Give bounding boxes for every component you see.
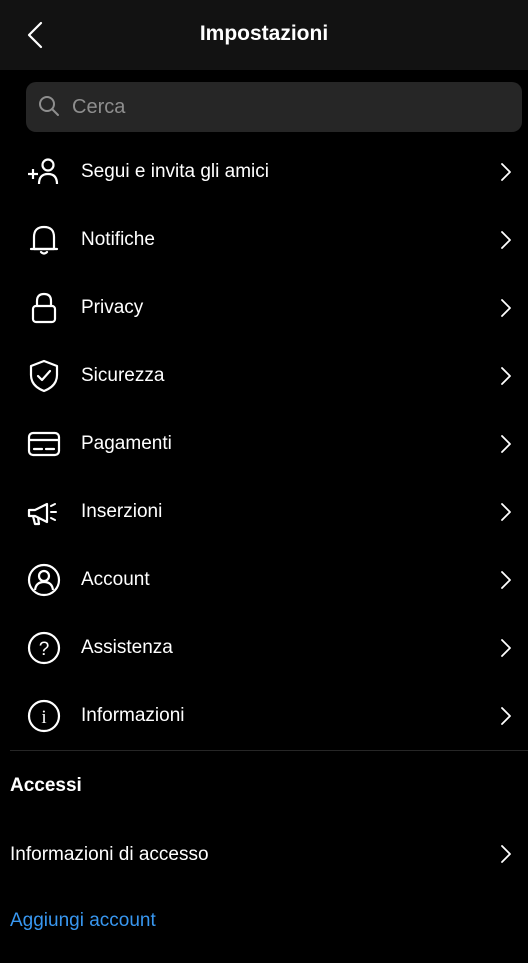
megaphone-icon (26, 494, 62, 530)
chevron-right-icon (498, 297, 514, 319)
page-title: Impostazioni (199, 22, 329, 45)
settings-item-label: Inserzioni (81, 501, 163, 522)
chevron-right-icon (498, 569, 514, 591)
svg-text:?: ? (39, 639, 50, 660)
settings-item-payments[interactable]: Pagamenti (0, 410, 528, 478)
settings-item-about[interactable]: i Informazioni (0, 682, 528, 750)
chevron-right-icon (498, 843, 514, 865)
account-circle-icon (26, 562, 62, 598)
add-account-link[interactable]: Aggiungi account (10, 910, 156, 932)
chevron-right-icon (498, 433, 514, 455)
settings-item-notifications[interactable]: Notifiche (0, 206, 528, 274)
chevron-right-icon (498, 637, 514, 659)
settings-item-label: Sicurezza (81, 365, 165, 386)
chevron-right-icon (498, 501, 514, 523)
settings-item-label: Assistenza (81, 637, 173, 658)
login-info-row[interactable]: Informazioni di accesso (0, 820, 528, 888)
add-person-icon (26, 154, 62, 190)
search-icon (38, 95, 62, 119)
shield-check-icon (26, 358, 62, 394)
search-bar[interactable] (26, 82, 522, 132)
settings-item-label: Pagamenti (81, 433, 172, 454)
settings-item-label: Segui e invita gli amici (81, 161, 269, 182)
settings-item-follow-invite[interactable]: Segui e invita gli amici (0, 138, 528, 206)
settings-item-label: Account (81, 569, 150, 590)
bell-icon (26, 222, 62, 258)
settings-list: Segui e invita gli amici Notifiche Priva… (0, 138, 528, 750)
settings-item-label: Privacy (81, 297, 144, 318)
top-bar: Impostazioni (0, 0, 528, 70)
chevron-right-icon (498, 705, 514, 727)
lock-icon (26, 290, 62, 326)
settings-item-label: Notifiche (81, 229, 155, 250)
settings-item-account[interactable]: Account (0, 546, 528, 614)
info-circle-icon: i (26, 698, 62, 734)
search-input[interactable] (70, 94, 494, 120)
chevron-right-icon (498, 365, 514, 387)
section-title-accessi: Accessi (10, 775, 82, 796)
credit-card-icon (26, 426, 62, 462)
settings-item-privacy[interactable]: Privacy (0, 274, 528, 342)
section-divider (10, 750, 528, 751)
help-circle-icon: ? (26, 630, 62, 666)
settings-item-ads[interactable]: Inserzioni (0, 478, 528, 546)
chevron-right-icon (498, 229, 514, 251)
settings-item-label: Informazioni (81, 705, 185, 726)
settings-item-security[interactable]: Sicurezza (0, 342, 528, 410)
chevron-right-icon (498, 161, 514, 183)
login-info-label: Informazioni di accesso (10, 844, 209, 865)
settings-item-help[interactable]: ? Assistenza (0, 614, 528, 682)
svg-text:i: i (41, 707, 46, 728)
